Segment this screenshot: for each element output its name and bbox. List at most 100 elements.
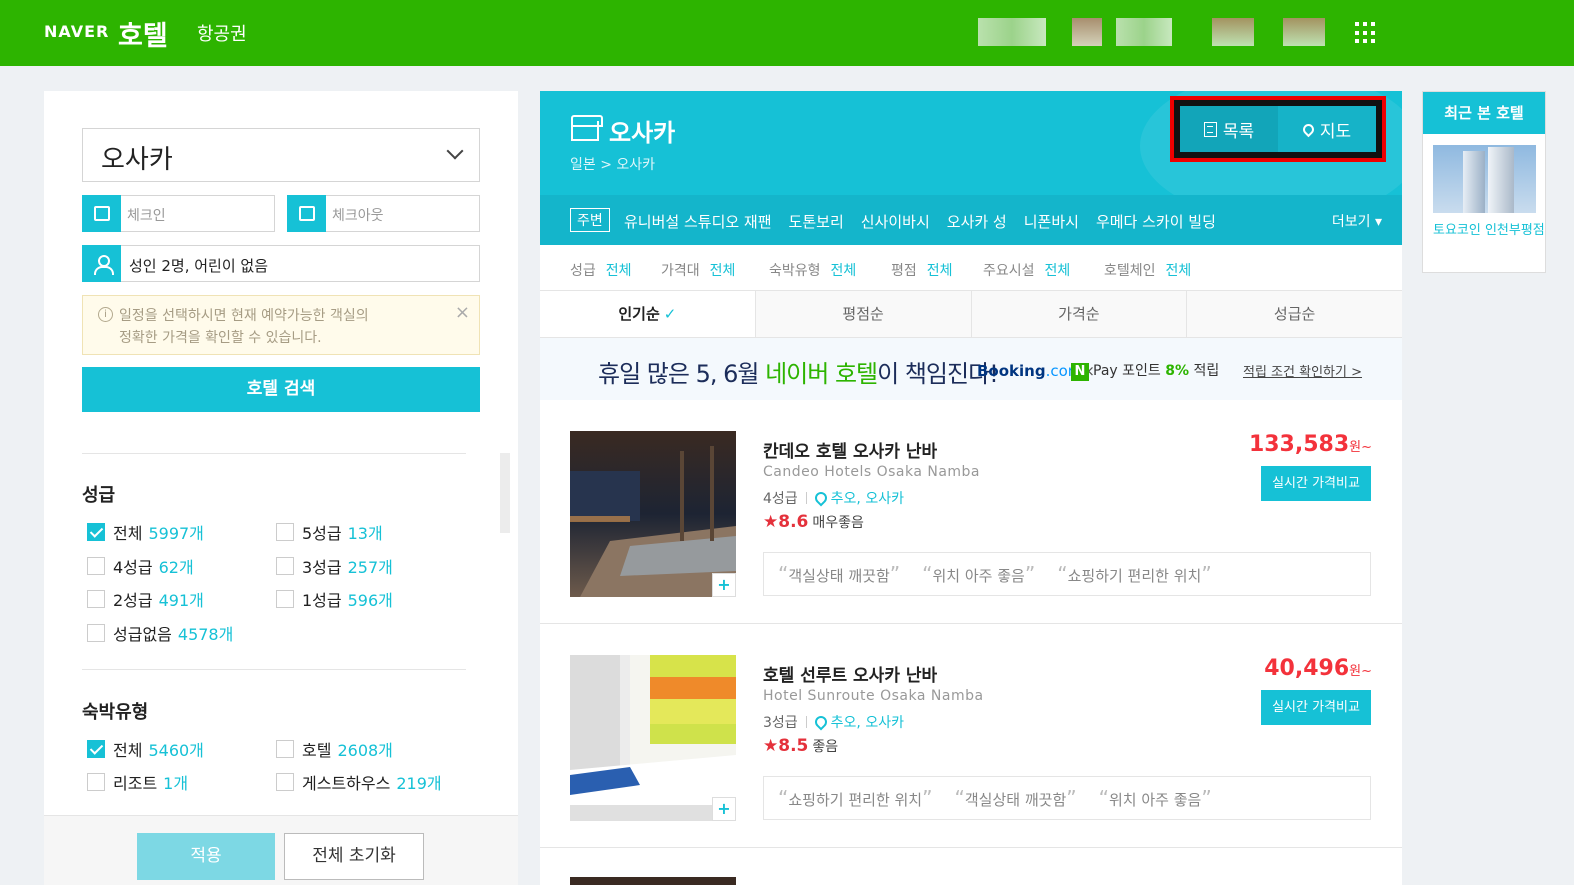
- notice-line-1: 일정을 선택하시면 현재 예약가능한 객실의: [119, 308, 369, 324]
- map-view-button[interactable]: 지도: [1278, 106, 1376, 152]
- filter-facilities[interactable]: 주요시설 전체: [983, 260, 1070, 280]
- hotel-photo[interactable]: +: [570, 431, 736, 597]
- grade-checkbox-all[interactable]: 전체 5997개: [87, 520, 204, 544]
- breadcrumb[interactable]: 일본 > 오사카: [570, 154, 655, 174]
- city-select[interactable]: 오사카: [82, 128, 480, 182]
- checkout-field[interactable]: 체크아웃: [287, 195, 480, 232]
- location-pin-icon: [812, 489, 830, 507]
- grade-checkbox-2[interactable]: 2성급 491개: [87, 587, 204, 611]
- type-checkbox-all[interactable]: 전체 5460개: [87, 737, 204, 761]
- nearby-chip[interactable]: 주변: [570, 208, 610, 232]
- apps-grid-icon[interactable]: [1355, 22, 1377, 44]
- landmark-link[interactable]: 우메다 스카이 빌딩: [1096, 211, 1216, 232]
- price-compare-button[interactable]: 실시간 가격비교: [1261, 466, 1371, 501]
- blurred-notification[interactable]: [1212, 18, 1254, 46]
- landmark-link[interactable]: 신사이바시: [861, 211, 930, 232]
- checkbox[interactable]: [276, 557, 294, 575]
- checkbox[interactable]: [87, 773, 105, 791]
- recent-hotel-name[interactable]: 토요코인 인천부평점: [1433, 222, 1545, 240]
- sort-tab-popular[interactable]: 인기순 ✓: [540, 291, 756, 337]
- hotel-name[interactable]: 호텔 선루트 오사카 난바: [763, 661, 937, 686]
- checkbox-checked[interactable]: [87, 523, 105, 541]
- add-photo-icon[interactable]: +: [712, 573, 736, 597]
- add-photo-icon[interactable]: +: [712, 797, 736, 821]
- hotel-photo[interactable]: +: [570, 655, 736, 821]
- price-compare-button[interactable]: 실시간 가격비교: [1261, 690, 1371, 725]
- star-icon: ★: [763, 736, 779, 756]
- close-icon[interactable]: ×: [455, 302, 470, 324]
- hotel-grade: 3성급: [763, 715, 798, 731]
- list-icon: [1203, 121, 1217, 137]
- list-view-button[interactable]: 목록: [1180, 106, 1278, 152]
- filter-rating[interactable]: 평점 전체: [891, 260, 953, 280]
- npay-logo-icon: N: [1071, 363, 1089, 381]
- guests-field[interactable]: 성인 2명, 어린이 없음: [82, 245, 480, 282]
- type-checkbox-hotel[interactable]: 호텔 2608개: [276, 737, 393, 761]
- checkbox[interactable]: [276, 590, 294, 608]
- calendar-icon: [287, 195, 326, 232]
- reset-all-button[interactable]: 전체 초기화: [284, 833, 424, 880]
- blurred-menu-item[interactable]: [1116, 18, 1172, 46]
- hotel-location[interactable]: 추오, 오사카: [831, 488, 904, 508]
- blurred-avatar[interactable]: [1072, 18, 1102, 46]
- checkbox[interactable]: [276, 740, 294, 758]
- grade-checkbox-none[interactable]: 성급없음 4578개: [87, 621, 233, 645]
- hotel-location[interactable]: 추오, 오사카: [831, 712, 904, 732]
- npay-promo: N Pay 포인트 8% 적립: [1071, 360, 1219, 381]
- view-toggle: 목록 지도: [1180, 106, 1376, 152]
- checkbox-checked[interactable]: [87, 740, 105, 758]
- checkbox[interactable]: [276, 773, 294, 791]
- type-checkbox-resort[interactable]: 리조트 1개: [87, 770, 188, 794]
- blurred-mail[interactable]: [1283, 18, 1325, 46]
- hotel-card[interactable]: + 호텔 선루트 오사카 난바 Hotel Sunroute Osaka Nam…: [540, 624, 1402, 848]
- checkbox[interactable]: [87, 624, 105, 642]
- hotel-meta: 4성급 추오, 오사카: [763, 488, 904, 508]
- nav-flights-link[interactable]: 항공권: [197, 20, 247, 46]
- hotel-search-button[interactable]: 호텔 검색: [82, 367, 480, 412]
- grade-checkbox-1[interactable]: 1성급 596개: [276, 587, 393, 611]
- filter-price[interactable]: 가격대 전체: [661, 260, 735, 280]
- hotel-english-name: Hotel Sunroute Osaka Namba: [763, 688, 984, 704]
- hotel-card[interactable]: + 칸데오 호텔 오사카 난바 Candeo Hotels Osaka Namb…: [540, 400, 1402, 624]
- filter-grade[interactable]: 성급 전체: [570, 260, 632, 280]
- check-icon: ✓: [663, 305, 677, 323]
- sort-tab-price[interactable]: 가격순: [971, 291, 1188, 337]
- city-title: 오사카: [609, 119, 676, 147]
- more-landmarks-button[interactable]: 더보기 ▾: [1332, 211, 1382, 231]
- review-keyword: “객실상태 깨끗함”: [778, 562, 901, 586]
- grade-checkbox-4[interactable]: 4성급 62개: [87, 554, 194, 578]
- checkbox[interactable]: [87, 557, 105, 575]
- promo-banner[interactable]: 휴일 많은 5, 6월 네이버 호텔이 책임진다! Booking.com× N…: [540, 338, 1402, 400]
- landmark-link[interactable]: 오사카 성: [947, 211, 1007, 232]
- promo-condition-link[interactable]: 적립 조건 확인하기 >: [1243, 361, 1362, 380]
- apply-bar: 적용 전체 초기화: [44, 815, 518, 885]
- sidebar-scrollbar[interactable]: [500, 453, 510, 533]
- top-bar: NAVER 호텔 항공권: [0, 0, 1574, 66]
- hotel-meta: 3성급 추오, 오사카: [763, 712, 904, 732]
- blurred-user-menu[interactable]: [978, 18, 1046, 46]
- location-pin-icon: [812, 713, 830, 731]
- sort-tabs: 인기순 ✓ 평점순 가격순 성급순: [540, 291, 1402, 338]
- recent-hotel-photo[interactable]: [1433, 145, 1536, 213]
- divider: [82, 453, 466, 454]
- checkbox[interactable]: [276, 523, 294, 541]
- type-checkbox-guesthouse[interactable]: 게스트하우스 219개: [276, 770, 442, 794]
- sort-tab-rating[interactable]: 평점순: [755, 291, 972, 337]
- filter-chain[interactable]: 호텔체인 전체: [1104, 260, 1191, 280]
- grade-checkbox-5[interactable]: 5성급 13개: [276, 520, 383, 544]
- grade-section-title: 성급: [82, 485, 116, 506]
- landmark-link[interactable]: 니폰바시: [1024, 211, 1079, 232]
- landmark-list: 유니버설 스튜디오 재팬 도톤보리 신사이바시 오사카 성 니폰바시 우메다 스…: [624, 211, 1216, 232]
- landmark-link[interactable]: 도톤보리: [789, 211, 844, 232]
- grade-checkbox-3[interactable]: 3성급 257개: [276, 554, 393, 578]
- hotel-logo[interactable]: 호텔: [118, 14, 168, 53]
- naver-logo[interactable]: NAVER: [44, 22, 109, 41]
- filter-type[interactable]: 숙박유형 전체: [769, 260, 856, 280]
- checkbox[interactable]: [87, 590, 105, 608]
- landmark-bar: 주변 유니버설 스튜디오 재팬 도톤보리 신사이바시 오사카 성 니폰바시 우메…: [540, 195, 1402, 245]
- sort-tab-grade[interactable]: 성급순: [1187, 291, 1402, 337]
- hotel-name[interactable]: 칸데오 호텔 오사카 난바: [763, 437, 937, 462]
- landmark-link[interactable]: 유니버설 스튜디오 재팬: [624, 211, 772, 232]
- checkin-field[interactable]: 체크인: [82, 195, 275, 232]
- apply-button[interactable]: 적용: [137, 833, 275, 880]
